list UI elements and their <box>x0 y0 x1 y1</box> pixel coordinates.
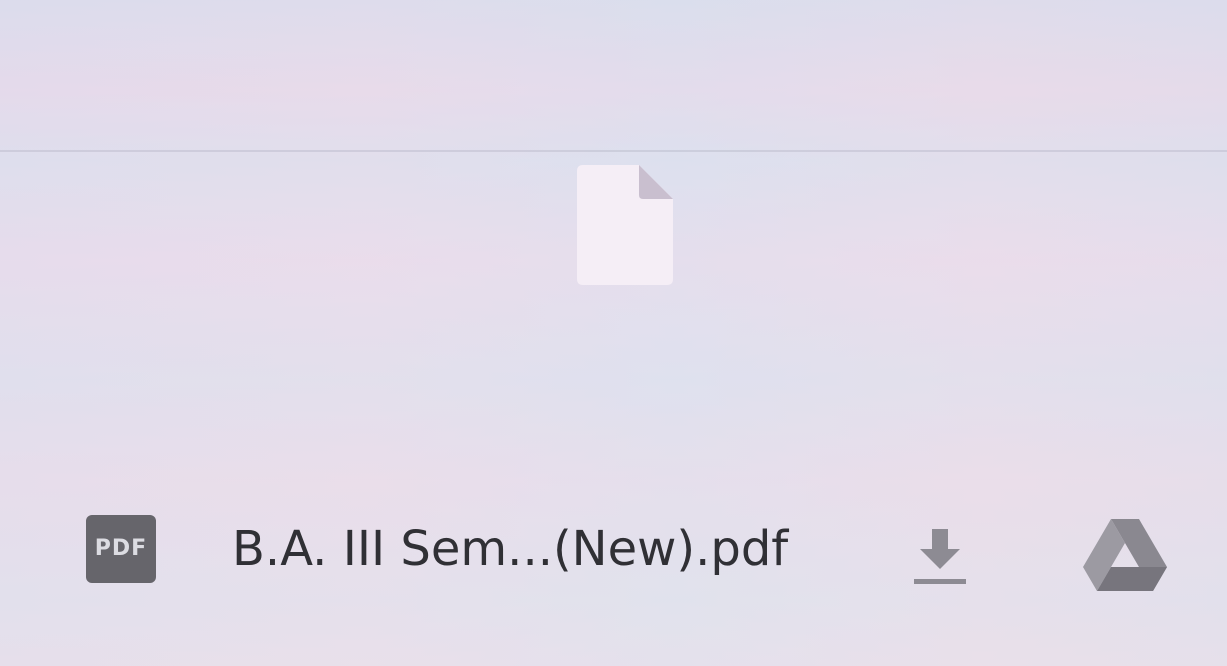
file-preview-screen: PDF B.A. III Sem...(New).pdf <box>0 0 1227 666</box>
download-icon[interactable] <box>908 523 972 587</box>
file-bar: PDF B.A. III Sem...(New).pdf <box>0 505 1227 605</box>
divider <box>0 150 1227 152</box>
file-icon <box>577 165 673 285</box>
file-name: B.A. III Sem...(New).pdf <box>232 521 789 577</box>
google-drive-icon[interactable] <box>1083 519 1167 593</box>
pdf-icon: PDF <box>86 515 156 583</box>
